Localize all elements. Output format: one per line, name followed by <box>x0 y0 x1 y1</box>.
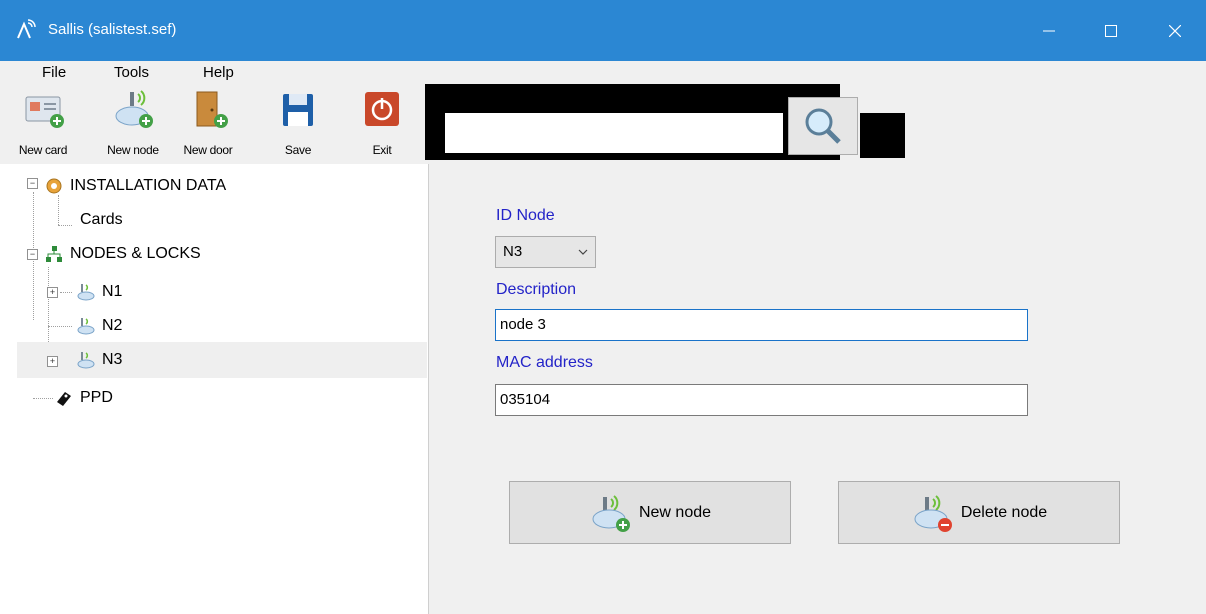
id-node-value: N3 <box>503 243 523 260</box>
tree-item-n1[interactable]: N1 <box>76 275 122 309</box>
expand-toggle[interactable]: + <box>47 356 58 367</box>
tree-label: Cards <box>80 211 123 228</box>
delete-node-label: Delete node <box>960 503 1048 521</box>
tree-label: N3 <box>102 351 123 368</box>
tree-label: PPD <box>80 389 113 406</box>
tree-label: N1 <box>102 283 123 300</box>
title-bar: Sallis (salistest.sef) <box>0 0 1206 61</box>
tree-label: N2 <box>102 317 123 334</box>
floppy-disk-icon <box>283 94 313 126</box>
tree-line <box>48 267 49 342</box>
router-add-icon <box>592 494 630 532</box>
mac-address-label: MAC address <box>496 354 593 371</box>
menu-bar: File Tools Help <box>0 61 425 87</box>
window-title: Sallis (salistest.sef) <box>48 21 177 38</box>
minimize-icon <box>1043 30 1055 31</box>
description-field[interactable]: node 3 <box>495 309 1028 341</box>
description-label: Description <box>496 281 577 298</box>
save-label: Save <box>284 143 312 157</box>
network-tree-icon <box>46 246 62 262</box>
expand-toggle[interactable]: + <box>47 287 58 298</box>
tree-item-nodes-locks[interactable]: NODES & LOCKS <box>44 237 201 271</box>
collapse-toggle[interactable]: − <box>27 178 38 189</box>
magnifier-icon <box>805 108 841 144</box>
node-icon <box>77 352 95 369</box>
new-node-action-label: New node <box>638 503 712 521</box>
search-button[interactable] <box>788 97 858 155</box>
tree-item-ppd[interactable]: PPD <box>55 381 113 415</box>
new-node-label: New node <box>107 143 159 157</box>
toolbar: New card New node New door Save Exit <box>0 88 425 164</box>
tree-item-installation-data[interactable]: INSTALLATION DATA <box>44 169 226 203</box>
search-input[interactable] <box>445 113 783 153</box>
maximize-button[interactable] <box>1080 0 1142 61</box>
tree-line <box>60 292 72 293</box>
close-button[interactable] <box>1144 0 1206 61</box>
exit-label: Exit <box>372 143 392 157</box>
door-add-icon <box>196 91 228 128</box>
tree-line <box>33 398 53 399</box>
delete-node-button[interactable]: Delete node <box>838 481 1120 544</box>
tree-item-n2[interactable]: N2 <box>76 309 122 343</box>
redacted-area <box>860 113 905 158</box>
router-delete-icon <box>914 494 952 532</box>
id-node-select[interactable]: N3 <box>495 236 596 268</box>
mac-address-field[interactable]: 035104 <box>495 384 1028 416</box>
new-door-label: New door <box>183 143 233 157</box>
new-node-action-button[interactable]: New node <box>509 481 791 544</box>
node-icon <box>77 284 95 301</box>
tree-line <box>48 326 72 327</box>
exit-button[interactable]: Exit <box>357 88 407 160</box>
id-card-add-icon <box>25 96 64 128</box>
new-card-label: New card <box>18 143 68 157</box>
collapse-toggle[interactable]: − <box>27 249 38 260</box>
save-button[interactable]: Save <box>273 88 323 160</box>
tree-item-cards[interactable]: Cards <box>80 203 123 237</box>
maximize-icon <box>1105 24 1117 37</box>
tree-item-n3[interactable]: N3 <box>76 343 122 377</box>
menu-help[interactable]: Help <box>203 64 234 81</box>
tree-line <box>58 225 72 226</box>
minimize-button[interactable] <box>1018 0 1080 61</box>
tree-view: − INSTALLATION DATA Cards − NODES & LOCK… <box>0 164 429 614</box>
menu-tools[interactable]: Tools <box>114 64 149 81</box>
node-icon <box>77 318 95 335</box>
id-node-label: ID Node <box>496 207 555 224</box>
new-card-button[interactable]: New card <box>18 88 68 160</box>
menu-file[interactable]: File <box>42 64 66 81</box>
new-door-button[interactable]: New door <box>183 88 233 160</box>
router-add-icon <box>115 90 153 128</box>
close-icon <box>1169 24 1181 37</box>
gears-icon <box>46 178 62 194</box>
new-node-button[interactable]: New node <box>107 88 159 160</box>
sallis-antenna-icon <box>17 19 36 39</box>
ppd-device-icon <box>57 392 71 406</box>
tree-label: INSTALLATION DATA <box>70 177 227 194</box>
power-icon <box>365 92 399 126</box>
chevron-down-icon <box>578 249 588 255</box>
tree-label: NODES & LOCKS <box>70 245 201 262</box>
